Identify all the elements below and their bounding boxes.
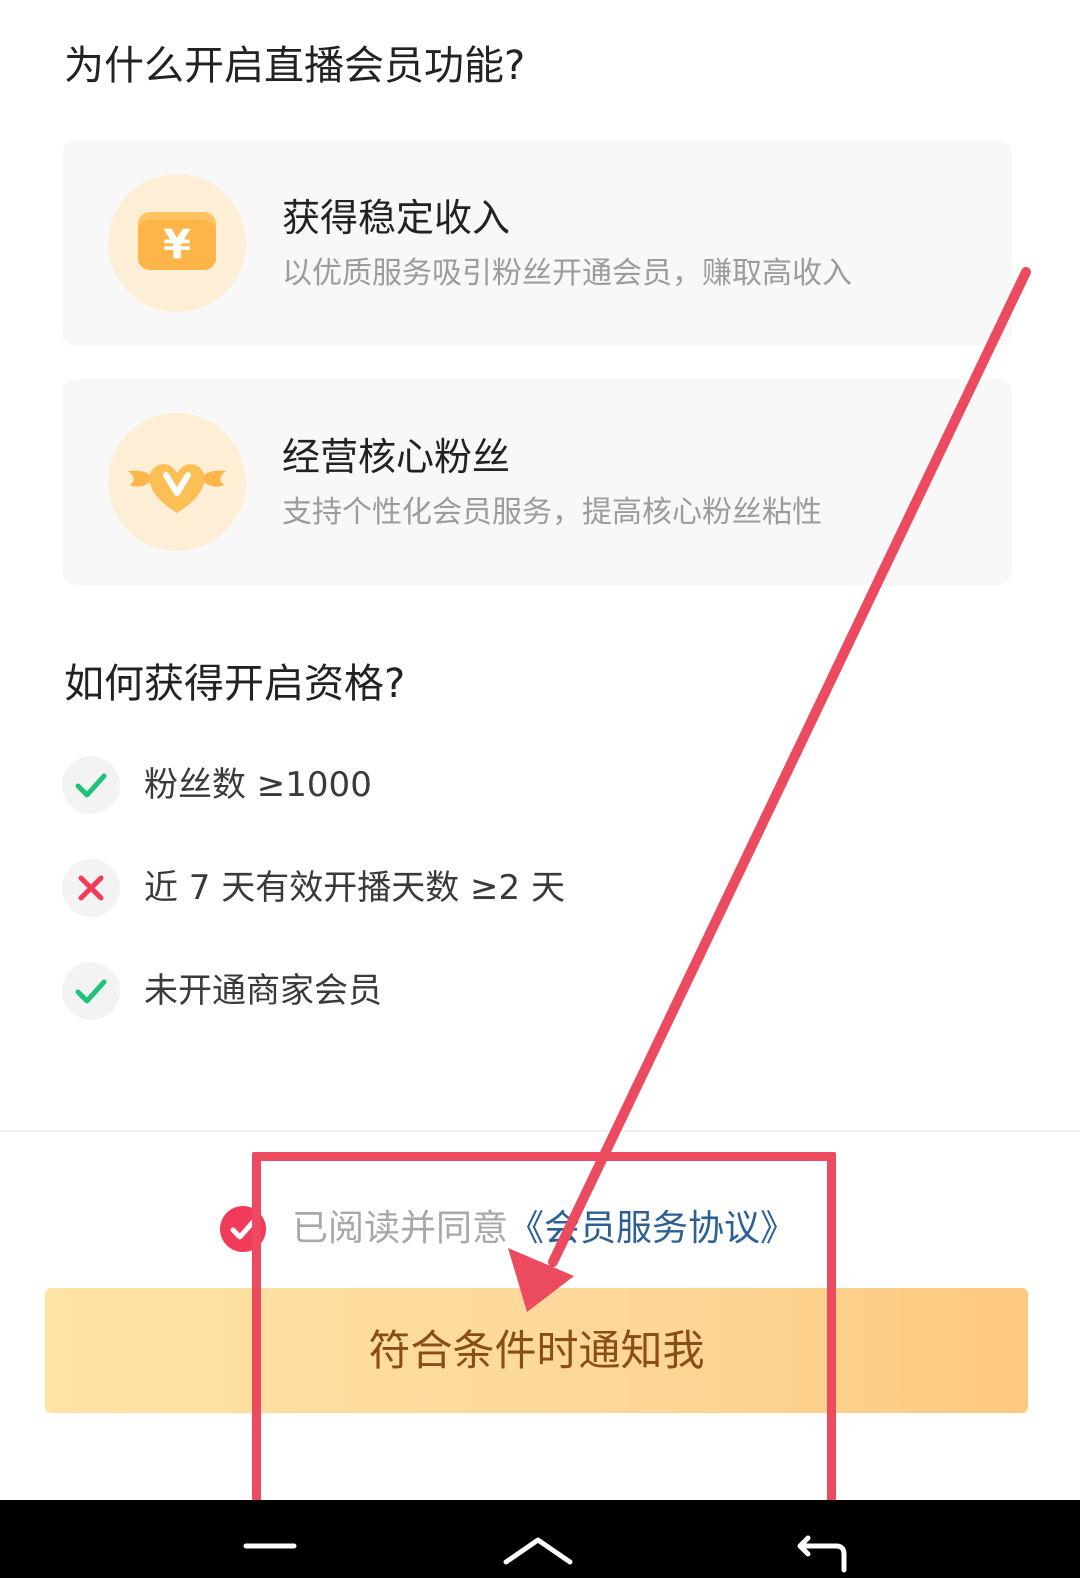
winged-heart-v-icon [108,413,246,551]
svg-text:¥: ¥ [163,222,191,268]
requirement-item-live-days: 近 7 天有效开播天数 ≥2 天 [62,859,962,919]
section-title-why: 为什么开启直播会员功能? [64,43,526,89]
system-navigation-bar [0,1500,1080,1578]
requirement-text: 粉丝数 ≥1000 [144,765,372,805]
check-icon [62,756,120,814]
check-icon [62,962,120,1020]
section-title-how: 如何获得开启资格? [64,661,406,707]
back-icon[interactable] [760,1500,880,1578]
home-icon[interactable] [478,1500,598,1578]
card-title: 经营核心粉丝 [282,435,511,479]
requirement-text: 近 7 天有效开播天数 ≥2 天 [144,868,565,908]
card-description: 以优质服务吸引粉丝开通会员，赚取高收入 [282,256,852,291]
requirement-item-merchant: 未开通商家会员 [62,962,962,1022]
card-description: 支持个性化会员服务，提高核心粉丝粘性 [282,495,822,530]
bottom-divider [0,1130,1080,1132]
card-title: 获得稳定收入 [282,196,511,240]
requirement-text: 未开通商家会员 [144,971,382,1011]
cross-icon [62,859,120,917]
annotation-highlight-box [252,1152,836,1520]
requirement-item-fans: 粉丝数 ≥1000 [62,756,962,816]
yuan-wallet-icon: ¥ [108,174,246,312]
benefit-card-fans: 经营核心粉丝 支持个性化会员服务，提高核心粉丝粘性 [62,379,1012,585]
menu-icon[interactable] [210,1500,330,1578]
benefit-card-income: ¥ 获得稳定收入 以优质服务吸引粉丝开通会员，赚取高收入 [62,140,1012,346]
